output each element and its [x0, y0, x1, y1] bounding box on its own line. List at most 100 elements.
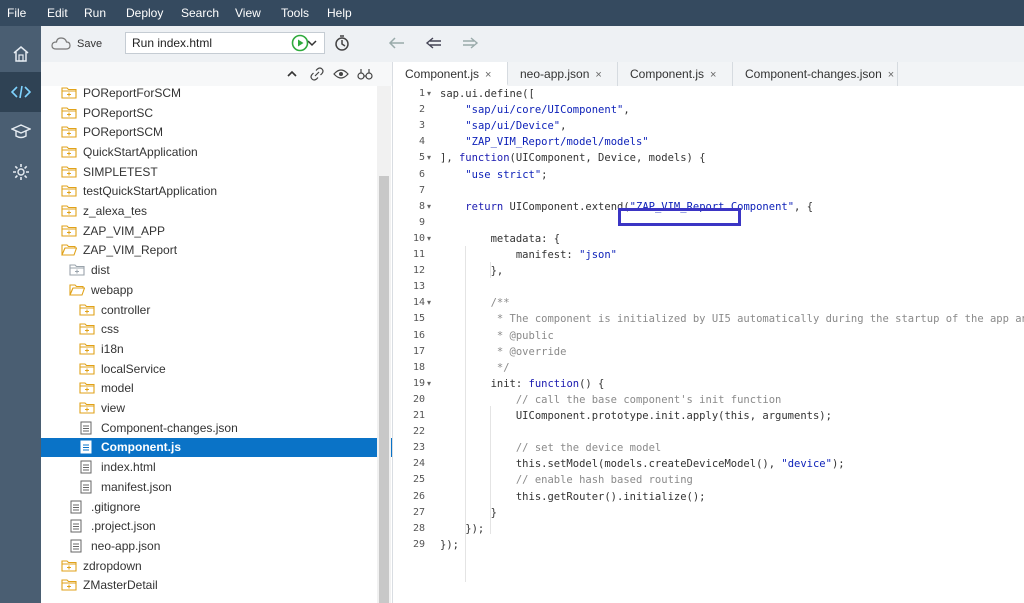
close-icon[interactable]: ×: [485, 69, 491, 81]
tree-file[interactable]: .gitignore: [41, 497, 392, 517]
tree-folder[interactable]: i18n: [41, 339, 392, 359]
tree-folder[interactable]: ZAP_VIM_APP: [41, 221, 392, 241]
code-line[interactable]: });: [440, 521, 484, 537]
code-line[interactable]: "ZAP_VIM_Report/model/models": [440, 134, 648, 150]
home-icon[interactable]: [0, 34, 41, 74]
tree-folder[interactable]: webapp: [41, 280, 392, 300]
code-line[interactable]: * @public: [440, 328, 554, 344]
fold-toggle-icon[interactable]: ▾: [427, 295, 431, 311]
code-line[interactable]: // set the device model: [440, 440, 661, 456]
code-line[interactable]: }: [440, 505, 497, 521]
tree-folder[interactable]: ZMasterDetail: [41, 576, 392, 596]
code-line[interactable]: /**: [440, 295, 510, 311]
back-arrow-icon[interactable]: [423, 32, 445, 54]
folder-icon: [61, 125, 77, 139]
link-icon[interactable]: [309, 66, 325, 82]
line-number: 19: [412, 377, 425, 389]
tree-folder[interactable]: view: [41, 398, 392, 418]
forward-arrow-icon[interactable]: [459, 32, 481, 54]
tree-folder[interactable]: z_alexa_tes: [41, 201, 392, 221]
editor-tab[interactable]: neo-app.json ×: [508, 62, 618, 86]
code-line[interactable]: ], function(UIComponent, Device, models)…: [440, 150, 706, 166]
code-line[interactable]: metadata: {: [440, 231, 561, 247]
file-icon: [69, 539, 85, 553]
code-line[interactable]: * @override: [440, 344, 567, 360]
learning-icon[interactable]: [0, 112, 41, 152]
tree-scrollbar[interactable]: [377, 86, 391, 603]
menu-item-run[interactable]: Run: [84, 0, 106, 26]
tree-folder[interactable]: dist: [41, 260, 392, 280]
settings-gear-icon[interactable]: [0, 152, 41, 192]
editor-tab[interactable]: Component-changes.json ×: [733, 62, 898, 86]
tree-folder[interactable]: zdropdown: [41, 556, 392, 576]
tree-file[interactable]: Component-changes.json: [41, 418, 392, 438]
tree-folder[interactable]: css: [41, 319, 392, 339]
line-number: 4: [418, 136, 425, 148]
code-line[interactable]: this.getRouter().initialize();: [440, 489, 706, 505]
tree-folder[interactable]: QuickStartApplication: [41, 142, 392, 162]
tree-item-label: ZAP_VIM_APP: [83, 223, 166, 238]
fold-toggle-icon[interactable]: ▾: [427, 86, 431, 102]
menu-item-deploy[interactable]: Deploy: [126, 0, 163, 26]
close-icon[interactable]: ×: [710, 69, 716, 81]
code-line[interactable]: });: [440, 537, 459, 553]
editor-tab[interactable]: Component.js ×: [618, 62, 733, 86]
eye-icon[interactable]: [333, 66, 349, 82]
tree-item-label: webapp: [91, 282, 134, 297]
tree-folder[interactable]: POReportForSCM: [41, 83, 392, 103]
code-line[interactable]: sap.ui.define([: [440, 86, 535, 102]
editor-tab[interactable]: Component.js ×: [393, 62, 508, 86]
tree-file[interactable]: index.html: [41, 457, 392, 477]
tree-scrollbar-thumb[interactable]: [379, 176, 389, 603]
code-line[interactable]: "sap/ui/Device",: [440, 118, 566, 134]
tree-folder[interactable]: POReportSC: [41, 103, 392, 123]
tree-folder[interactable]: ZAP_VIM_Report: [41, 241, 392, 261]
tree-folder[interactable]: controller: [41, 300, 392, 320]
code-line[interactable]: // call the base component's init functi…: [440, 392, 782, 408]
fold-toggle-icon[interactable]: ▾: [427, 199, 431, 215]
tree-folder[interactable]: model: [41, 379, 392, 399]
code-line[interactable]: * The component is initialized by UI5 au…: [440, 311, 1024, 327]
fold-toggle-icon[interactable]: ▾: [427, 231, 431, 247]
tree-file[interactable]: manifest.json: [41, 477, 392, 497]
binoculars-icon[interactable]: [357, 66, 373, 82]
close-icon[interactable]: ×: [888, 69, 894, 81]
code-editor[interactable]: 1 ▾ 2 3 4 5 ▾ 6 7 8 ▾ 9 10 ▾ 11 12 13 14 ▾ 15 16 17 18 19 ▾ 20 21 2…: [393, 86, 1024, 603]
tree-folder[interactable]: localService: [41, 359, 392, 379]
tree-folder[interactable]: SIMPLETEST: [41, 162, 392, 182]
code-editor-icon[interactable]: [0, 72, 41, 112]
fold-toggle-icon[interactable]: ▾: [427, 150, 431, 166]
collapse-up-icon[interactable]: [284, 66, 300, 82]
file-icon: [79, 421, 95, 435]
file-icon: [79, 460, 95, 474]
menu-item-view[interactable]: View: [235, 0, 261, 26]
menu-item-tools[interactable]: Tools: [281, 0, 309, 26]
code-line[interactable]: this.setModel(models.createDeviceModel()…: [440, 456, 845, 472]
code-line[interactable]: },: [440, 263, 504, 279]
line-number: 24: [412, 458, 425, 470]
code-line[interactable]: manifest: "json": [440, 247, 617, 263]
save-button[interactable]: Save: [51, 33, 102, 55]
code-line[interactable]: */: [440, 360, 510, 376]
menu-item-file[interactable]: File: [7, 0, 26, 26]
undo-all-icon[interactable]: [386, 32, 408, 54]
menu-item-help[interactable]: Help: [327, 0, 352, 26]
code-line[interactable]: // enable hash based routing: [440, 472, 693, 488]
fold-toggle-icon[interactable]: ▾: [427, 376, 431, 392]
menu-item-edit[interactable]: Edit: [47, 0, 68, 26]
tree-folder[interactable]: testQuickStartApplication: [41, 182, 392, 202]
line-number: 27: [412, 506, 425, 518]
tree-item-label: dist: [91, 263, 110, 278]
tree-file[interactable]: neo-app.json: [41, 536, 392, 556]
menu-item-search[interactable]: Search: [181, 0, 219, 26]
tree-file[interactable]: Component.js: [41, 437, 392, 458]
close-icon[interactable]: ×: [595, 69, 601, 81]
folder-icon: [61, 145, 77, 159]
debug-timer-icon[interactable]: [331, 32, 353, 54]
tree-file[interactable]: .project.json: [41, 516, 392, 536]
code-line[interactable]: "use strict";: [440, 167, 547, 183]
code-line[interactable]: "sap/ui/core/UIComponent",: [440, 102, 629, 118]
run-icon[interactable]: [289, 32, 311, 54]
tree-folder[interactable]: POReportSCM: [41, 122, 392, 142]
code-line[interactable]: UIComponent.prototype.init.apply(this, a…: [440, 408, 832, 424]
